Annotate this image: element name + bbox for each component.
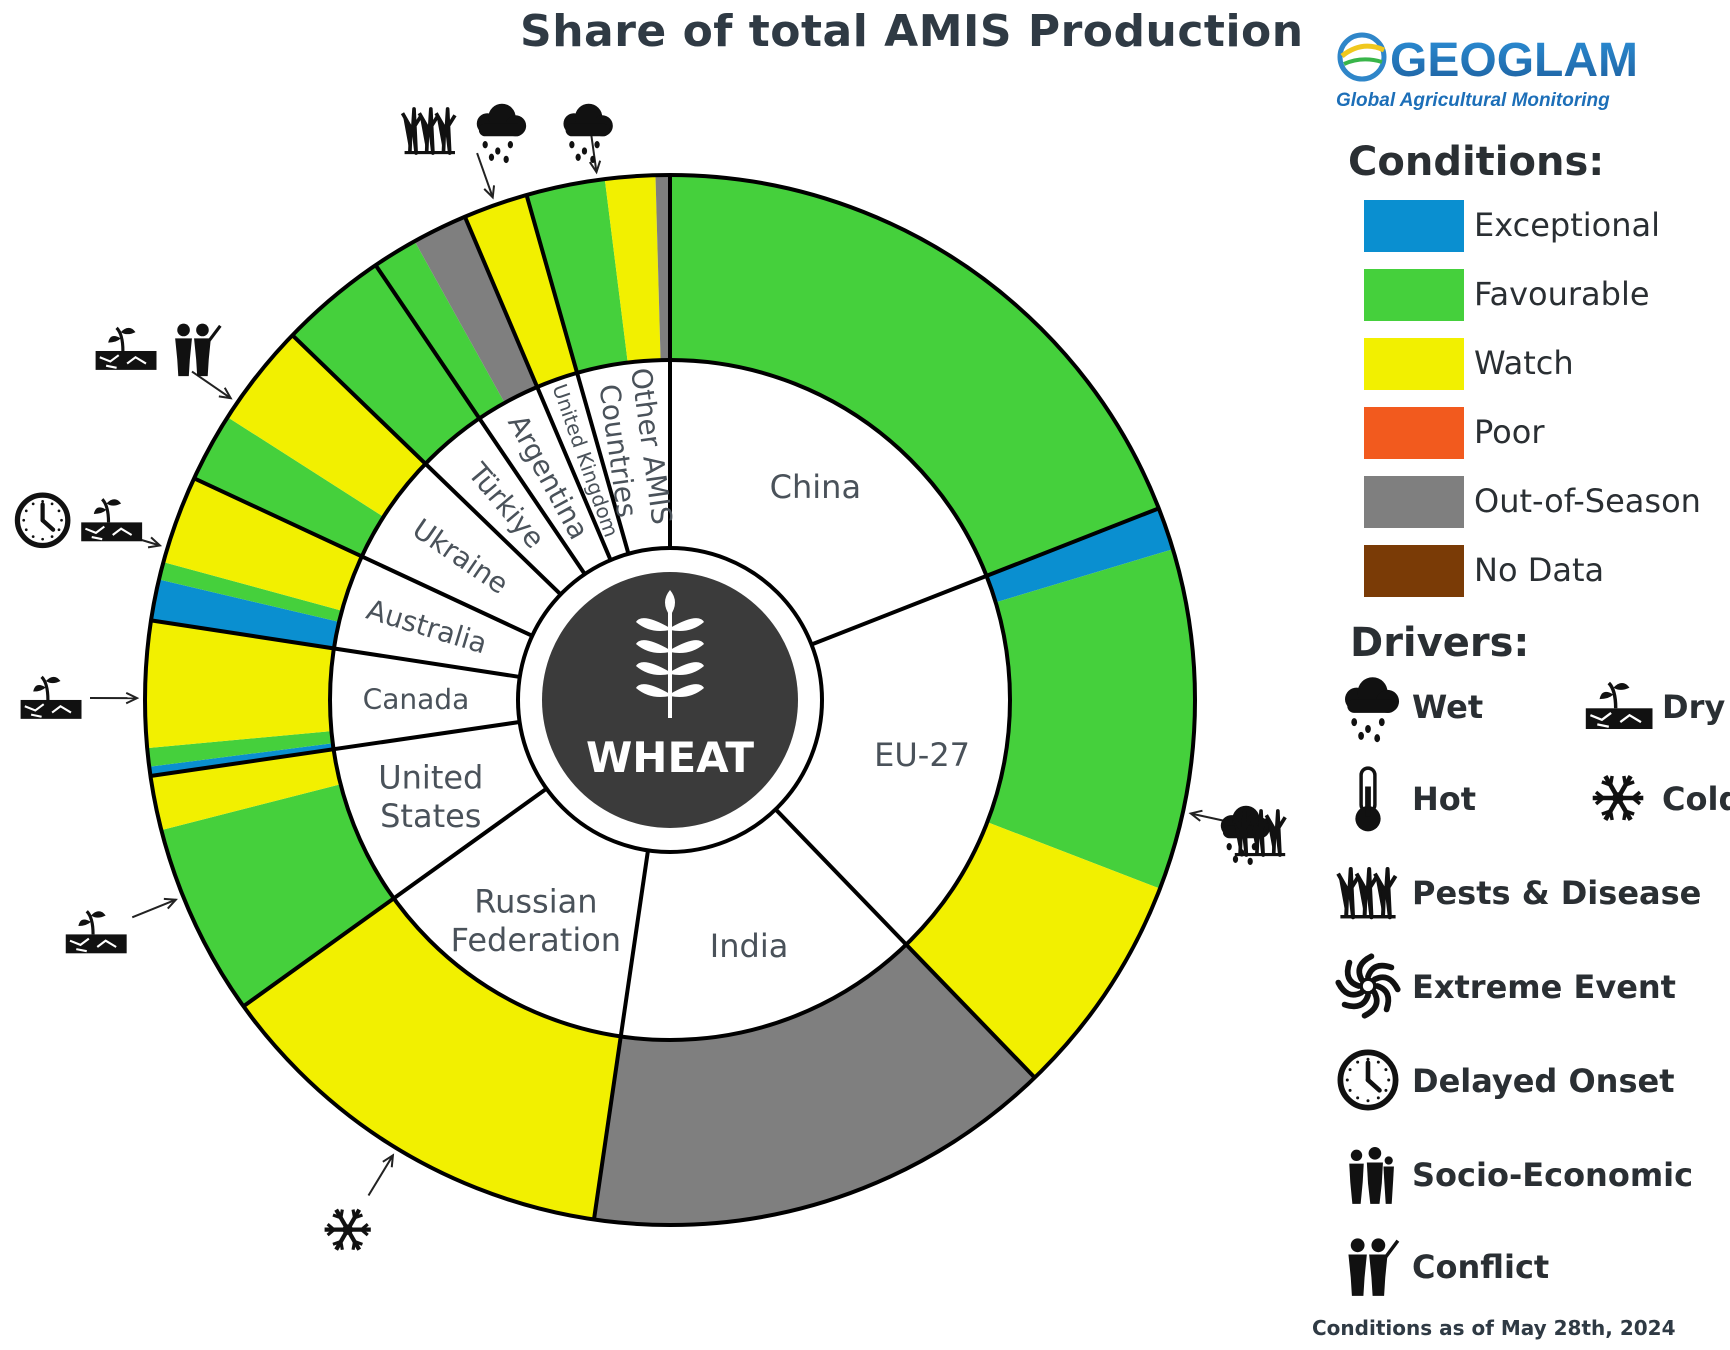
driver-item-delayed-onset: Delayed Onset <box>1337 1049 1674 1111</box>
conflict-icon <box>1348 1238 1400 1296</box>
country-label-canada: Canada <box>363 683 470 716</box>
dry-soil-icon <box>81 498 143 542</box>
driver-item-pests-disease: Pests & Disease <box>1336 866 1701 920</box>
wheat-center-badge: WHEAT <box>542 572 798 828</box>
logo-tagline: Global Agricultural Monitoring <box>1336 90 1610 111</box>
driver-item-wet: Wet <box>1345 677 1483 743</box>
dry-soil-icon <box>95 326 157 370</box>
legend-panel: GEOGLAM Global Agricultural Monitoring C… <box>1335 32 1730 1296</box>
legend-swatch <box>1364 476 1464 528</box>
conflict-icon <box>175 323 222 377</box>
country-label-india: India <box>710 927 789 965</box>
legend-item-exceptional: Exceptional <box>1364 200 1660 252</box>
legend-label: Favourable <box>1474 275 1650 313</box>
dry-soil-icon <box>1585 681 1653 729</box>
conditions-legend: Conditions: Exceptional Favourable Watch Poo… <box>1348 139 1701 597</box>
pests-trees-icon <box>400 107 457 155</box>
driver-label: Socio-Economic <box>1412 1156 1693 1194</box>
legend-item-out-of-season: Out-of-Season <box>1364 476 1701 528</box>
legend-swatch <box>1364 338 1464 390</box>
wheat-donut-chart: China EU-27 India Russian Federation United St… <box>14 103 1287 1251</box>
legend-label: Exceptional <box>1474 206 1660 244</box>
drivers-title: Drivers: <box>1350 620 1529 666</box>
legend-item-favourable: Favourable <box>1364 269 1650 321</box>
drivers-legend: Drivers: Wet Dry Hot Cold Pests & Disease Extr… <box>1335 620 1730 1296</box>
driver-item-conflict: Conflict <box>1348 1238 1549 1296</box>
driver-label: Cold <box>1662 780 1730 818</box>
logo-globe-icon <box>1337 32 1387 82</box>
driver-label: Dry <box>1662 688 1725 726</box>
people-icon <box>1349 1146 1394 1204</box>
conditions-title: Conditions: <box>1348 139 1604 185</box>
clock-icon <box>14 492 71 549</box>
dry-soil-icon <box>20 675 82 719</box>
driver-label: Delayed Onset <box>1412 1062 1674 1100</box>
legend-item-no-data: No Data <box>1364 545 1604 597</box>
driver-item-hot: Hot <box>1355 766 1476 832</box>
driver-item-cold: Cold <box>1592 774 1730 822</box>
legend-swatch <box>1364 269 1464 321</box>
driver-item-extreme-event: Extreme Event <box>1335 953 1676 1019</box>
legend-label: No Data <box>1474 551 1604 589</box>
driver-label: Pests & Disease <box>1412 874 1701 912</box>
legend-swatch <box>1364 545 1464 597</box>
driver-label: Hot <box>1412 780 1476 818</box>
driver-label: Extreme Event <box>1412 968 1676 1006</box>
country-label-china: China <box>770 468 861 506</box>
center-crop-label: WHEAT <box>586 733 754 782</box>
rain-cloud-icon <box>1345 677 1400 743</box>
driver-item-dry: Dry <box>1585 681 1725 729</box>
legend-swatch <box>1364 200 1464 252</box>
conditions-date-note: Conditions as of May 28th, 2024 <box>1312 1316 1676 1340</box>
driver-arrow <box>131 898 177 919</box>
legend-item-poor: Poor <box>1364 407 1545 459</box>
clock-icon <box>1337 1049 1399 1111</box>
geoglam-logo: GEOGLAM Global Agricultural Monitoring <box>1336 32 1638 111</box>
driver-item-socio-economic: Socio-Economic <box>1349 1146 1693 1204</box>
rain-cloud-icon <box>563 103 613 164</box>
driver-arrow <box>367 1154 394 1196</box>
country-label-eu-27: EU-27 <box>874 736 970 774</box>
thermometer-icon <box>1355 766 1381 832</box>
legend-item-watch: Watch <box>1364 338 1574 390</box>
snowflake-icon <box>324 1208 371 1251</box>
cyclone-icon <box>1335 953 1401 1019</box>
rain-cloud-icon <box>476 103 527 164</box>
legend-label: Watch <box>1474 344 1574 382</box>
dry-soil-icon <box>65 910 127 954</box>
legend-label: Out-of-Season <box>1474 482 1701 520</box>
driver-label: Conflict <box>1412 1248 1549 1286</box>
snowflake-icon <box>1592 774 1644 822</box>
legend-swatch <box>1364 407 1464 459</box>
pests-trees-icon <box>1336 866 1398 920</box>
logo-name: GEOGLAM <box>1390 34 1638 87</box>
country-label-russian-federation: Russian Federation <box>451 882 621 958</box>
country-label-united-states: United States <box>378 759 483 835</box>
driver-label: Wet <box>1412 688 1483 726</box>
legend-label: Poor <box>1474 413 1545 451</box>
